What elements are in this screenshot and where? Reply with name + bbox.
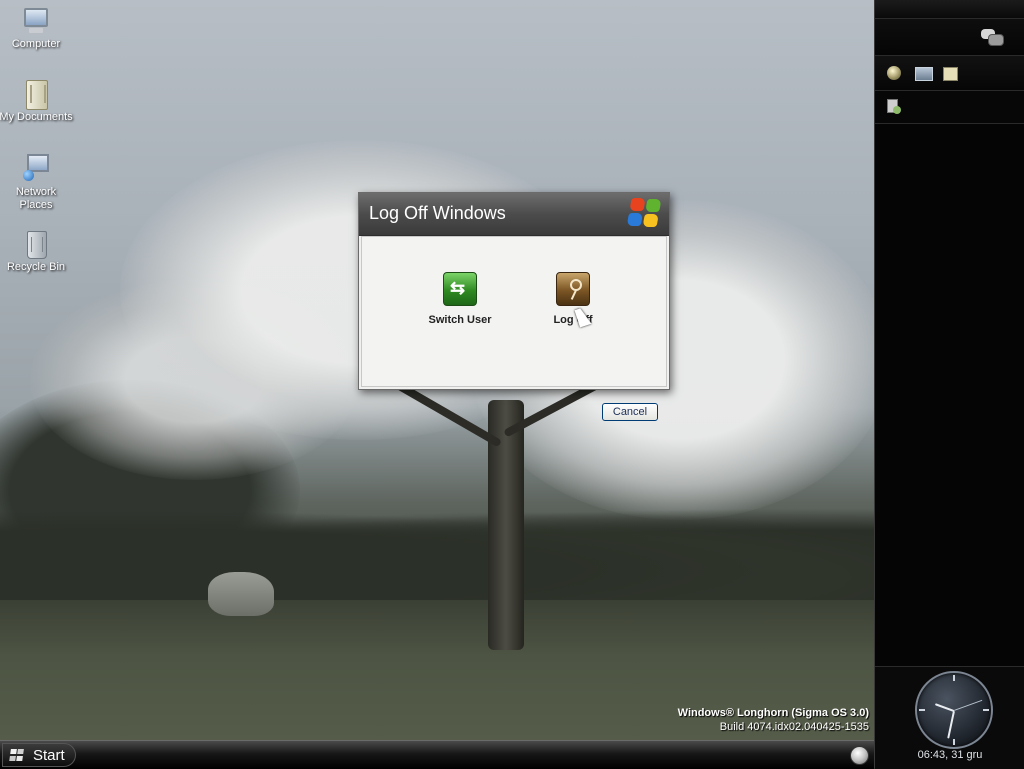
sidebar: 06:43, 31 gru	[874, 0, 1024, 769]
start-button[interactable]: Start	[2, 743, 76, 767]
orb-icon[interactable]	[887, 66, 901, 80]
desktop-icon-label: Recycle Bin	[6, 261, 66, 273]
log-off-option[interactable]: Log Off	[528, 272, 618, 326]
sidebar-tray	[875, 91, 1024, 124]
wallpaper-rock	[208, 572, 274, 616]
switch-user-button[interactable]: ⇆	[443, 272, 477, 306]
clock-second-hand	[953, 699, 983, 711]
clock-minute-hand	[947, 710, 955, 739]
desktop-icon-label: My Documents	[0, 111, 73, 123]
desktop-icon-label: Network Places	[15, 186, 57, 211]
dialog-title: Log Off Windows	[369, 203, 506, 223]
log-off-dialog: Log Off Windows ⇆ Switch User Log Off Ca…	[358, 192, 670, 421]
desktop-icon-my-documents[interactable]: My Documents	[0, 79, 74, 124]
switch-user-label: Switch User	[428, 314, 492, 326]
log-off-button[interactable]	[556, 272, 590, 306]
recycle-bin-icon	[21, 229, 51, 259]
dialog-title-bar: Log Off Windows	[359, 193, 669, 236]
sidebar-quick-launch	[875, 56, 1024, 91]
dialog-body: ⇆ Switch User Log Off Cancel	[361, 236, 667, 421]
clock-tile[interactable]: 06:43, 31 gru	[875, 666, 1024, 769]
clock-hour-hand	[934, 703, 955, 712]
windows-flag-icon	[9, 749, 25, 762]
switch-user-icon: ⇆	[450, 278, 466, 298]
network-places-icon	[21, 154, 51, 184]
taskbar: Start	[0, 740, 874, 769]
documents-icon	[21, 79, 51, 110]
clock-date-time: 06:43, 31 gru	[917, 749, 983, 761]
desktop-icon-label: Computer	[11, 38, 61, 50]
watermark-build: Build 4074.idx02.040425-1535	[719, 721, 869, 733]
switch-user-option[interactable]: ⇆ Switch User	[415, 272, 505, 326]
sidebar-messenger-tile[interactable]	[875, 19, 1024, 56]
computer-icon	[21, 6, 51, 36]
start-label: Start	[33, 747, 65, 764]
desktop-icon-recycle-bin[interactable]: Recycle Bin	[0, 229, 74, 274]
build-watermark: Windows® Longhorn (Sigma OS 3.0) Build 4…	[678, 706, 869, 734]
analog-clock	[915, 671, 993, 749]
tray-icon[interactable]	[886, 99, 902, 115]
key-icon	[565, 279, 582, 299]
tray-orb-icon[interactable]	[850, 746, 869, 765]
cancel-button[interactable]: Cancel	[602, 403, 658, 421]
desktop-icon-computer[interactable]: Computer	[0, 6, 74, 51]
windows-logo-icon	[626, 198, 663, 228]
log-off-label: Log Off	[553, 314, 593, 326]
notes-icon[interactable]	[943, 67, 958, 81]
sidebar-top-strip	[875, 0, 1024, 19]
watermark-product: Windows® Longhorn (Sigma OS 3.0)	[677, 707, 869, 719]
desktop-icon-network-places[interactable]: Network Places	[0, 154, 74, 212]
screen-icon[interactable]	[915, 67, 933, 81]
messenger-icon[interactable]	[981, 29, 1004, 46]
